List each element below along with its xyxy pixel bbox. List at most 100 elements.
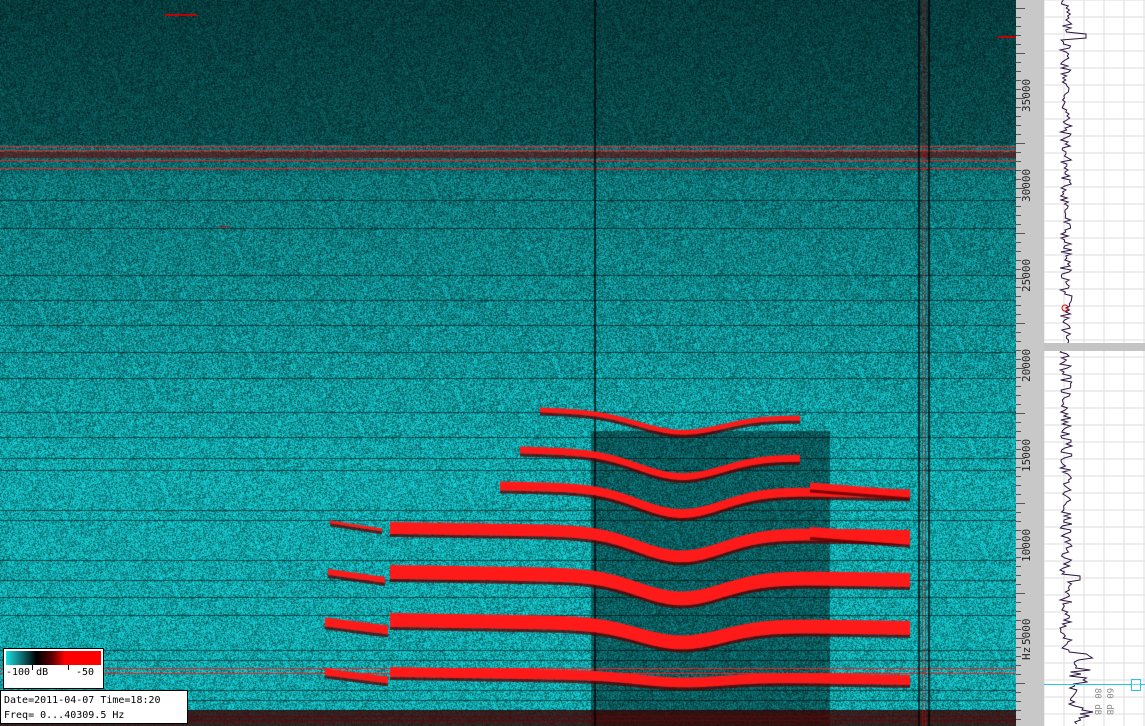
freq-label-10000: 10000: [1020, 528, 1033, 562]
freq-label-15000: 15000: [1020, 438, 1033, 472]
freq-tick: [1016, 251, 1021, 252]
freq-tick: [1016, 656, 1021, 657]
freq-tick: [1016, 53, 1025, 54]
freq-tick: [1016, 710, 1021, 711]
spectrogram-canvas[interactable]: [0, 0, 1016, 726]
freq-tick: [1016, 431, 1021, 432]
freq-tick: [1016, 368, 1025, 369]
freq-tick: [1016, 494, 1021, 495]
info-box: Date=2011-04-07 Time=18:20 Freq= 0...403…: [0, 690, 188, 724]
freq-tick: [1016, 467, 1021, 468]
freq-tick: [1016, 350, 1021, 351]
freq-label-30000: 30000: [1020, 168, 1033, 202]
freq-tick: [1016, 458, 1025, 459]
freq-tick: [1016, 296, 1021, 297]
db-label-80: 80 dB: [1092, 688, 1102, 716]
spectrum-trace: [1044, 0, 1145, 726]
freq-tick: [1016, 179, 1021, 180]
freq-tick: [1016, 593, 1025, 594]
freq-label-5000: 5000: [1020, 618, 1033, 646]
freq-tick: [1016, 557, 1021, 558]
db-label-60: 60 dB: [1104, 688, 1114, 716]
spectrum-panel[interactable]: 60 dB 80 dB: [1044, 0, 1145, 726]
freq-tick: [1016, 242, 1021, 243]
freq-tick: [1016, 80, 1021, 81]
freq-tick: [1016, 71, 1021, 72]
freq-tick: [1016, 8, 1025, 9]
freq-tick: [1016, 359, 1021, 360]
freq-tick: [1016, 476, 1021, 477]
cursor-handle[interactable]: [1131, 679, 1141, 691]
freq-tick: [1016, 485, 1021, 486]
freq-tick: [1016, 161, 1021, 162]
freq-tick: [1016, 404, 1021, 405]
freq-tick: [1016, 620, 1021, 621]
freq-tick: [1016, 395, 1021, 396]
freq-tick: [1016, 719, 1021, 720]
freq-tick: [1016, 413, 1025, 414]
freq-label-35000: 35000: [1020, 78, 1033, 112]
freq-tick: [1016, 134, 1021, 135]
freq-tick: [1016, 305, 1021, 306]
freq-tick: [1016, 701, 1021, 702]
freq-tick: [1016, 386, 1021, 387]
freq-unit-label: Hz: [1020, 646, 1033, 660]
freq-tick: [1016, 422, 1021, 423]
freq-tick: [1016, 89, 1021, 90]
freq-tick: [1016, 548, 1025, 549]
freq-tick: [1016, 170, 1021, 171]
freq-tick: [1016, 584, 1021, 585]
freq-tick: [1016, 629, 1021, 630]
freq-tick: [1016, 377, 1021, 378]
freq-tick: [1016, 260, 1021, 261]
freq-tick: [1016, 665, 1021, 666]
freq-tick: [1016, 638, 1025, 639]
freq-tick: [1016, 62, 1021, 63]
freq-tick: [1016, 98, 1025, 99]
colorbar-tick: [68, 665, 69, 670]
freq-label-25000: 25000: [1020, 258, 1033, 292]
freq-tick: [1016, 26, 1021, 27]
freq-tick: [1016, 125, 1021, 126]
freq-tick: [1016, 647, 1021, 648]
spectrum-divider[interactable]: [1044, 343, 1145, 351]
freq-tick: [1016, 17, 1021, 18]
freq-tick: [1016, 197, 1021, 198]
freq-tick: [1016, 539, 1021, 540]
freq-tick: [1016, 611, 1021, 612]
freq-tick: [1016, 530, 1021, 531]
freq-tick: [1016, 449, 1021, 450]
freq-tick: [1016, 269, 1021, 270]
freq-tick: [1016, 521, 1021, 522]
freq-tick: [1016, 683, 1025, 684]
freq-tick: [1016, 341, 1021, 342]
freq-tick: [1016, 116, 1021, 117]
freq-tick: [1016, 233, 1025, 234]
freq-range-label: Freq= 0...40309.5 Hz: [4, 710, 125, 721]
freq-tick: [1016, 440, 1021, 441]
freq-tick: [1016, 575, 1021, 576]
freq-tick: [1016, 287, 1021, 288]
legend-min-label: -100 dB: [6, 667, 49, 678]
freq-tick: [1016, 692, 1021, 693]
freq-tick: [1016, 503, 1025, 504]
freq-tick: [1016, 602, 1021, 603]
freq-tick: [1016, 143, 1025, 144]
freq-tick: [1016, 44, 1021, 45]
date-time-label: Date=2011-04-07 Time=18:20: [4, 695, 161, 706]
freq-tick: [1016, 152, 1021, 153]
freq-tick: [1016, 35, 1021, 36]
freq-tick: [1016, 206, 1021, 207]
freq-tick: [1016, 278, 1025, 279]
freq-tick: [1016, 674, 1021, 675]
colorbar: [6, 651, 101, 665]
freq-tick: [1016, 314, 1021, 315]
freq-tick: [1016, 332, 1021, 333]
spectrum-line: [1058, 0, 1094, 725]
freq-tick: [1016, 188, 1025, 189]
cursor-line[interactable]: [1044, 684, 1145, 685]
frequency-scale: 35000 30000 25000 20000 15000 10000 5000…: [1016, 0, 1044, 726]
freq-tick: [1016, 107, 1021, 108]
freq-tick: [1016, 224, 1021, 225]
freq-tick: [1016, 215, 1021, 216]
